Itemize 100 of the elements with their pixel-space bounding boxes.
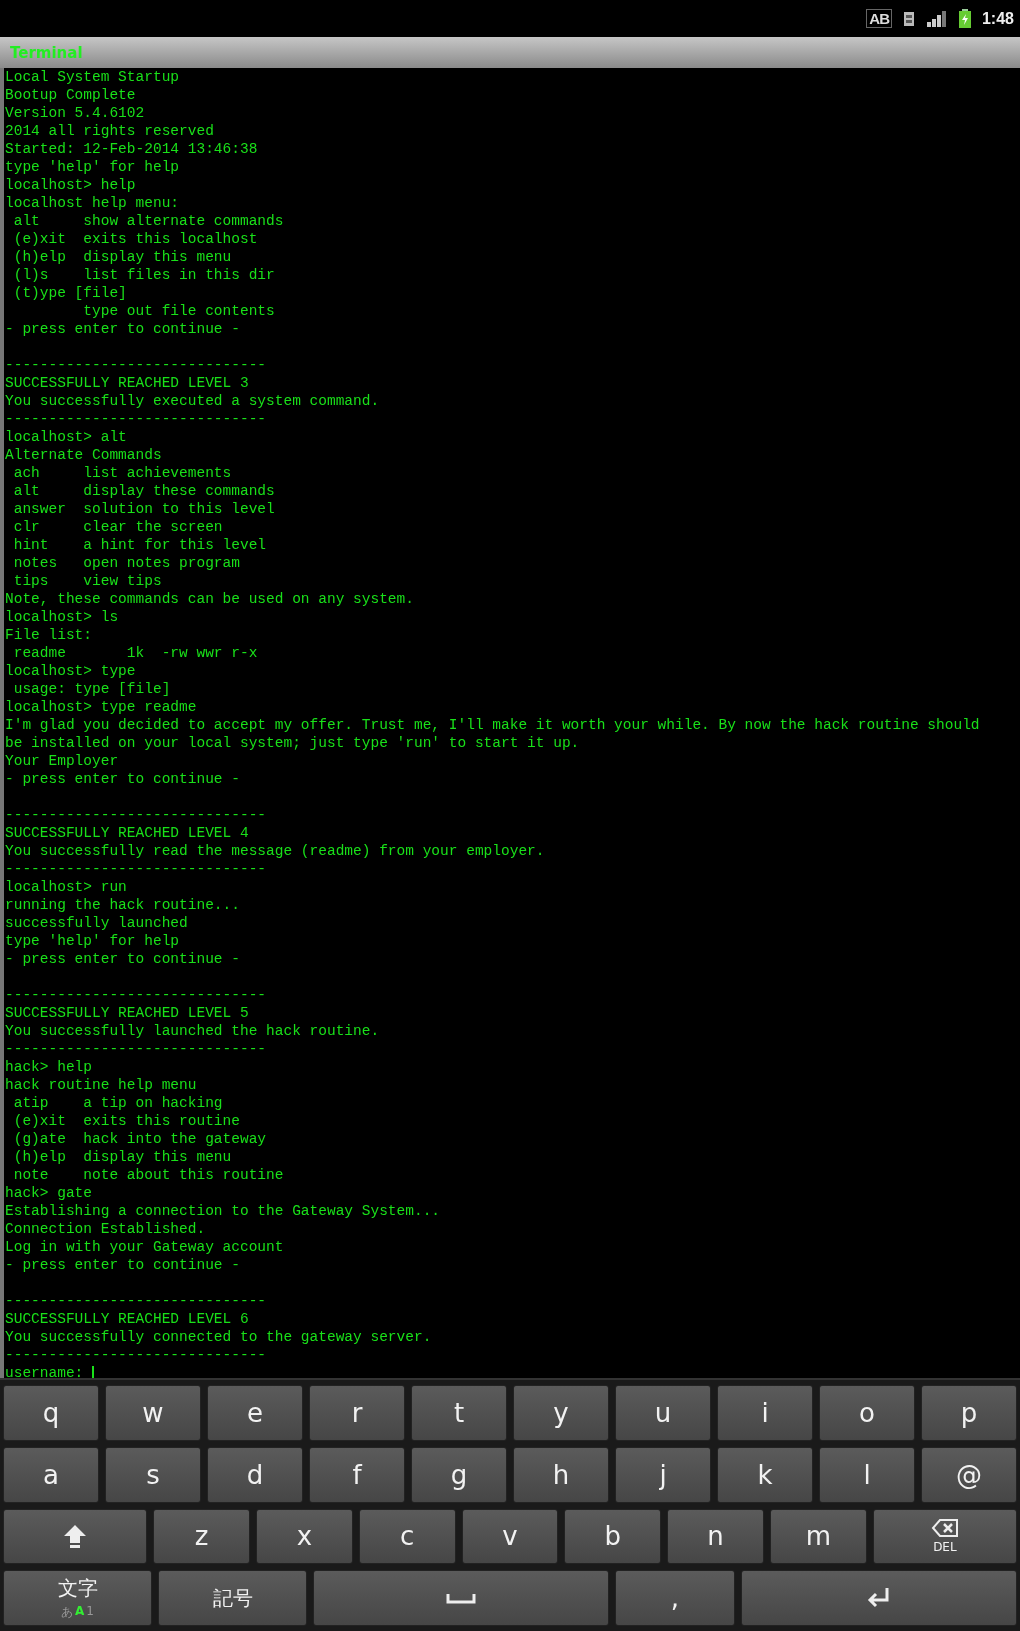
keyboard-key[interactable]: j — [615, 1446, 711, 1503]
keyboard-key[interactable]: e — [207, 1385, 303, 1441]
terminal-line: You successfully connected to the gateway server. — [5, 1328, 433, 1346]
terminal-line: localhost> alt — [5, 428, 128, 446]
battery-icon — [957, 8, 972, 29]
enter-key[interactable] — [740, 1570, 1017, 1626]
terminal-line: running the hack routine... — [5, 896, 241, 914]
terminal-line: type out file contents — [82, 302, 276, 320]
delete-key[interactable]: DEL — [872, 1508, 1017, 1565]
terminal-line: Your Employer — [5, 752, 120, 770]
terminal-line: (g)ate hack into the gateway — [12, 1130, 268, 1148]
shift-key[interactable] — [3, 1508, 148, 1565]
terminal-line: localhost> type — [5, 662, 137, 680]
terminal-line: (t)ype [file] — [12, 284, 128, 302]
terminal-line: hint a hint for this level — [12, 536, 268, 554]
text-cursor — [92, 1365, 95, 1378]
symbols-key[interactable]: 記号 — [158, 1570, 307, 1626]
terminal-line: Started: 12-Feb-2014 13:46:38 — [5, 140, 259, 158]
input-indicator: AB — [866, 9, 892, 28]
terminal-line: type 'help' for help — [5, 158, 181, 176]
keyboard-key[interactable]: g — [411, 1446, 507, 1503]
terminal-line: ------------------------------ — [5, 1292, 268, 1310]
keyboard-key[interactable]: v — [461, 1508, 559, 1565]
terminal-line: SUCCESSFULLY REACHED LEVEL 4 — [5, 824, 250, 842]
terminal-line: SUCCESSFULLY REACHED LEVEL 3 — [5, 374, 250, 392]
terminal-line: ------------------------------ — [5, 410, 268, 428]
terminal-line: note note about this routine — [12, 1166, 285, 1184]
keyboard-key[interactable]: q — [3, 1385, 99, 1441]
terminal-line: localhost> run — [5, 878, 128, 896]
terminal-line: notes open notes program — [12, 554, 241, 572]
prompt-text: username: — [5, 1364, 84, 1378]
input-mode-key[interactable]: 文字 あ A 1 — [3, 1570, 152, 1626]
terminal-line: readme 1k -rw wwr r-x — [12, 644, 259, 662]
terminal-line: localhost> type readme — [5, 698, 198, 716]
backspace-icon — [930, 1518, 959, 1539]
keyboard-key[interactable]: k — [717, 1446, 813, 1503]
terminal-line: Log in with your Gateway account — [5, 1238, 285, 1256]
terminal-line: ------------------------------ — [5, 1346, 268, 1364]
signal-icon — [925, 9, 948, 28]
keyboard-key[interactable]: l — [819, 1446, 915, 1503]
terminal-line: be installed on your local system; just type 'run' to start it up. — [5, 734, 581, 752]
keyboard-key[interactable]: p — [921, 1385, 1017, 1441]
keyboard-key[interactable]: b — [564, 1508, 662, 1565]
keyboard-key[interactable]: s — [105, 1446, 201, 1503]
space-key[interactable] — [313, 1570, 609, 1626]
terminal-line: SUCCESSFULLY REACHED LEVEL 5 — [5, 1004, 250, 1022]
keyboard-key[interactable]: c — [358, 1508, 456, 1565]
terminal-line: hack routine help menu — [5, 1076, 198, 1094]
sim-card-icon — [901, 9, 916, 28]
terminal-line: type 'help' for help — [5, 932, 181, 950]
terminal-line: ach list achievements — [12, 464, 233, 482]
keyboard-key[interactable]: z — [153, 1508, 250, 1565]
terminal-line: (l)s list files in this dir — [12, 266, 276, 284]
terminal-line: Bootup Complete — [5, 86, 137, 104]
terminal-line: 2014 all rights reserved — [5, 122, 215, 140]
terminal-line: ------------------------------ — [5, 806, 268, 824]
terminal-line: You successfully read the message (readme) from your employer. — [5, 842, 546, 860]
terminal-line: ------------------------------ — [5, 986, 268, 1004]
terminal-line: (h)elp display this menu — [12, 248, 233, 266]
keyboard-key[interactable]: @ — [921, 1446, 1017, 1503]
clock-time: 1:48 — [981, 9, 1014, 28]
keyboard-key[interactable]: h — [513, 1446, 609, 1503]
keyboard-key[interactable]: w — [105, 1385, 201, 1441]
terminal-line: You successfully executed a system command. — [5, 392, 381, 410]
terminal-line: usage: type [file] — [12, 680, 172, 698]
terminal-line: localhost help menu: — [5, 194, 181, 212]
keyboard-key[interactable]: y — [513, 1385, 609, 1441]
terminal-line: Connection Established. — [5, 1220, 207, 1238]
keyboard-key[interactable]: x — [256, 1508, 353, 1565]
keyboard-key[interactable]: o — [819, 1385, 915, 1441]
terminal-line: successfully launched — [5, 914, 189, 932]
keyboard-key[interactable]: i — [717, 1385, 813, 1441]
terminal-line: hack> gate — [5, 1184, 93, 1202]
keyboard-key[interactable]: a — [3, 1446, 99, 1503]
terminal-line: - press enter to continue - — [5, 320, 241, 338]
terminal-line: atip a tip on hacking — [12, 1094, 224, 1112]
terminal-line: I'm glad you decided to accept my offer. Trust me, I'll make it worth your while. By now the hack routine should — [5, 716, 981, 734]
keyboard-key[interactable]: t — [411, 1385, 507, 1441]
terminal-line: localhost> help — [5, 176, 137, 194]
terminal-line: ------------------------------ — [5, 356, 268, 374]
space-bar-icon — [446, 1591, 476, 1606]
terminal-line: - press enter to continue - — [5, 770, 241, 788]
terminal-line: ------------------------------ — [5, 1040, 268, 1058]
keyboard-key[interactable]: r — [309, 1385, 405, 1441]
keyboard-key[interactable]: u — [615, 1385, 711, 1441]
terminal-line: (e)xit exits this localhost — [12, 230, 259, 248]
terminal-line: - press enter to continue - — [5, 950, 241, 968]
keyboard-key[interactable]: d — [207, 1446, 303, 1503]
terminal-line: alt display these commands — [12, 482, 276, 500]
terminal-line: - press enter to continue - — [5, 1256, 241, 1274]
terminal-line: Local System Startup — [5, 68, 181, 86]
terminal-line: ------------------------------ — [5, 860, 268, 878]
terminal-line: Version 5.4.6102 — [5, 104, 146, 122]
app-title: Terminal — [10, 43, 83, 62]
keyboard-key[interactable]: f — [309, 1446, 405, 1503]
keyboard-key[interactable]: m — [770, 1508, 867, 1565]
keyboard-key[interactable]: , — [615, 1570, 735, 1626]
terminal-line: hack> help — [5, 1058, 93, 1076]
keyboard-key[interactable]: n — [667, 1508, 764, 1565]
terminal-line: SUCCESSFULLY REACHED LEVEL 6 — [5, 1310, 250, 1328]
